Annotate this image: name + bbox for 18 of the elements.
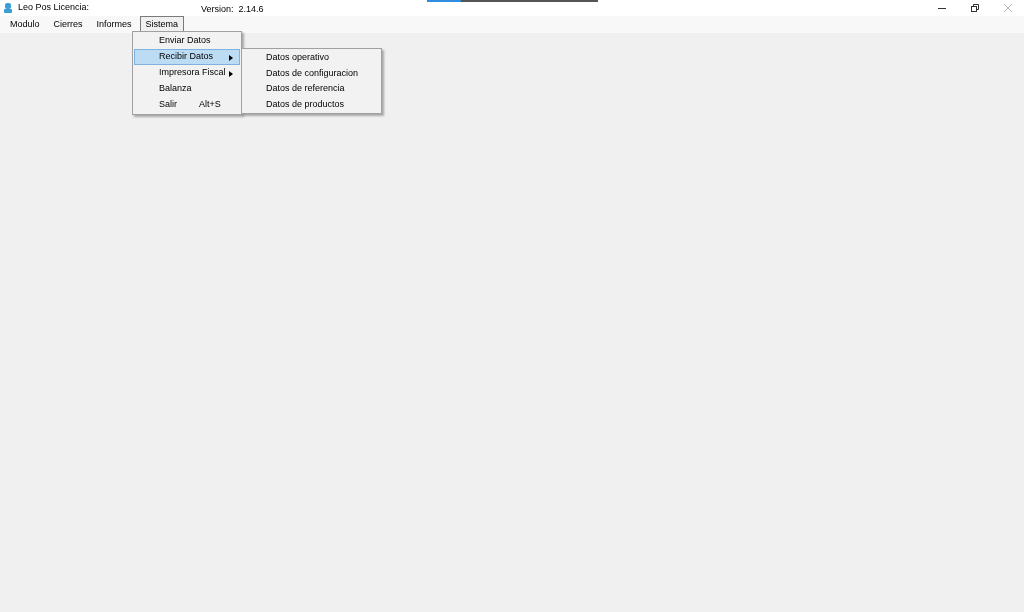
close-icon xyxy=(1003,4,1012,12)
menu-option[interactable]: Datos de referencia xyxy=(242,81,381,97)
menu-item[interactable]: Modulo xyxy=(4,16,46,33)
version-label: Version: 2.14.6 xyxy=(201,3,264,16)
menu-option[interactable]: Datos de productos xyxy=(242,96,381,112)
menu-item[interactable]: Informes xyxy=(90,16,138,33)
menu-option[interactable]: Salir Alt+S xyxy=(134,97,240,113)
window-title: Leo Pos Licencia: xyxy=(18,1,90,15)
minimize-icon xyxy=(937,7,946,9)
menu-option[interactable]: Recibir Datos xyxy=(134,49,240,65)
menu-option[interactable]: Datos de configuracion xyxy=(242,65,381,81)
menu-option[interactable]: Impresora Fiscal xyxy=(134,65,240,81)
restore-icon xyxy=(970,4,979,12)
menu-option[interactable]: Datos operativo xyxy=(242,50,381,66)
app-icon xyxy=(4,3,12,13)
menu-option[interactable]: Balanza xyxy=(134,81,240,97)
menu-option[interactable]: Enviar Datos xyxy=(134,33,240,49)
menu-item[interactable]: Cierres xyxy=(47,16,89,33)
